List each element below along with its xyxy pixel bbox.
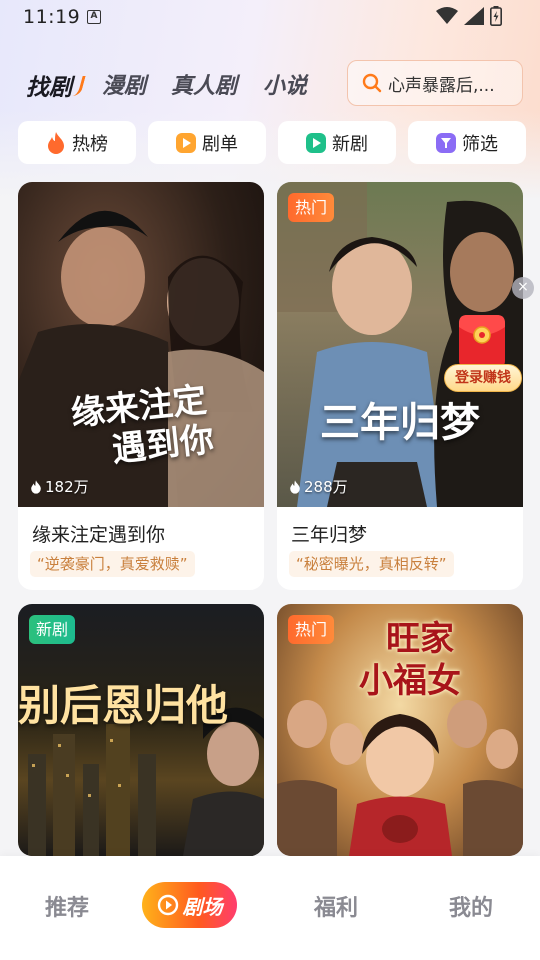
hot-badge: 热门 xyxy=(288,615,335,644)
red-envelope-icon[interactable] xyxy=(457,313,507,371)
drama-title: 缘来注定遇到你 xyxy=(32,524,166,546)
hot-list-label: 热榜 xyxy=(72,133,108,155)
search-icon xyxy=(362,73,382,93)
view-count-text: 288万 xyxy=(304,478,348,496)
poster-title-line: 三年归梦 xyxy=(320,399,480,446)
flame-icon xyxy=(31,479,41,494)
flame-icon xyxy=(48,131,64,154)
view-count-text: 182万 xyxy=(45,478,89,496)
play-circle-icon xyxy=(157,894,178,916)
filter-label: 筛选 xyxy=(462,133,498,155)
wifi-icon xyxy=(436,7,458,24)
bottom-tab-benefits[interactable]: 福利 xyxy=(314,890,358,922)
signal-icon xyxy=(464,7,484,25)
new-badge: 新剧 xyxy=(29,615,76,644)
search-input[interactable]: 心声暴露后,... xyxy=(347,60,523,106)
drama-poster: 缘来注定 遇到你 182万 xyxy=(18,182,264,507)
poster-title-line: 别后恩归他 xyxy=(18,681,229,730)
login-earn-button[interactable]: 登录赚钱 xyxy=(444,364,522,392)
promo-close-button[interactable]: × xyxy=(512,277,534,299)
poster-title-line: 小福女 xyxy=(359,661,461,701)
active-tab-indicator xyxy=(72,76,86,96)
new-drama-button[interactable]: 新剧 xyxy=(278,121,396,164)
play-list-icon xyxy=(176,132,196,153)
hot-badge: 热门 xyxy=(288,193,335,222)
view-count: 182万 xyxy=(30,476,89,497)
filter-button[interactable]: 筛选 xyxy=(408,121,526,164)
playlist-button[interactable]: 剧单 xyxy=(148,121,266,164)
drama-poster: 旺家 小福女 热门 xyxy=(277,604,523,856)
top-nav: 找剧 漫剧 真人剧 小说 心声暴露后,... xyxy=(0,58,540,108)
play-icon xyxy=(306,132,326,153)
bottom-tab-theater-label: 剧场 xyxy=(182,894,223,919)
notification-a-icon: A xyxy=(87,10,101,24)
tab-novel[interactable]: 小说 xyxy=(263,68,307,100)
quick-buttons: 热榜 剧单 新剧 筛选 xyxy=(18,121,528,164)
drama-tagline: “逆袭豪门，真爱救赎” xyxy=(30,551,195,577)
filter-icon xyxy=(436,132,456,153)
status-time: 11:19 xyxy=(23,6,81,28)
drama-card[interactable]: 缘来注定 遇到你 182万 缘来注定遇到你 “逆袭豪门，真爱救赎” xyxy=(18,182,264,590)
hot-list-button[interactable]: 热榜 xyxy=(18,121,136,164)
bottom-tab-theater[interactable]: 剧场 xyxy=(142,882,237,928)
view-count: 288万 xyxy=(289,476,348,497)
bottom-tab-mine[interactable]: 我的 xyxy=(449,890,493,922)
bottom-tab-recommend[interactable]: 推荐 xyxy=(45,890,89,922)
bottom-nav: 推荐 剧场 福利 我的 xyxy=(0,856,540,960)
drama-card[interactable]: 别后恩归他 新剧 xyxy=(18,604,264,856)
drama-poster: 别后恩归他 新剧 xyxy=(18,604,264,856)
drama-tagline: “秘密曝光，真相反转” xyxy=(289,551,454,577)
drama-card[interactable]: 旺家 小福女 热门 xyxy=(277,604,523,856)
flame-icon xyxy=(290,479,300,494)
tab-manga-drama[interactable]: 漫剧 xyxy=(102,68,146,100)
battery-icon xyxy=(490,6,502,26)
status-bar: 11:19 A xyxy=(0,0,540,34)
tab-live-action[interactable]: 真人剧 xyxy=(171,68,237,100)
playlist-label: 剧单 xyxy=(202,133,238,155)
tab-find-drama[interactable]: 找剧 xyxy=(26,68,72,102)
new-drama-label: 新剧 xyxy=(332,133,368,155)
drama-title: 三年归梦 xyxy=(291,524,368,546)
search-placeholder: 心声暴露后,... xyxy=(388,75,495,96)
